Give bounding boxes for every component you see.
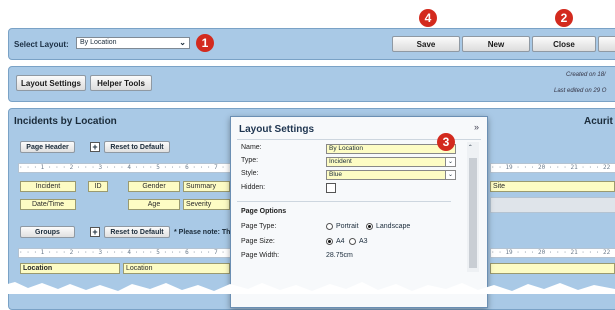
select-layout-label: Select Layout: — [14, 40, 69, 49]
layout-select[interactable]: By Location ⌄ — [76, 37, 190, 49]
callout-badge-1: 1 — [196, 34, 214, 52]
save-button[interactable]: Save — [392, 36, 460, 52]
style-select[interactable]: Blue ⌄ — [326, 170, 456, 180]
report-title: Incidents by Location — [14, 116, 117, 127]
chevron-down-icon: ⌄ — [445, 171, 455, 179]
a4-label: A4 — [336, 238, 345, 245]
field-id[interactable]: ID — [88, 181, 108, 192]
page-width-label: Page Width: — [241, 252, 280, 259]
dialog-title: Layout Settings — [239, 124, 315, 135]
page-size-label: Page Size: — [241, 238, 275, 245]
helper-tools-button[interactable]: Helper Tools — [90, 75, 152, 91]
landscape-radio[interactable] — [366, 223, 373, 230]
field-severity[interactable]: Severity — [183, 199, 230, 210]
page-type-label: Page Type: — [241, 223, 277, 230]
section-band — [490, 197, 615, 213]
callout-badge-4: 4 — [419, 9, 437, 27]
ruler-top-right: · · 19 · · · 20 · · · 21 · · · 22 · · — [490, 163, 615, 173]
layout-select-value: By Location — [80, 39, 117, 46]
type-label: Type: — [241, 157, 259, 164]
field-gender[interactable]: Gender — [128, 181, 180, 192]
new-button[interactable]: New — [462, 36, 530, 52]
field-age[interactable]: Age — [128, 199, 180, 210]
layout-settings-button[interactable]: Layout Settings — [16, 75, 86, 91]
reset-default-button[interactable]: Reset to Default — [104, 141, 170, 153]
ruler-groups: · · · 1 · · · 2 · · · 3 · · · 4 · · · 5 … — [18, 248, 232, 258]
report-right-title: Acurit — [584, 116, 613, 127]
portrait-label: Portrait — [336, 223, 359, 230]
scroll-up-icon[interactable]: ˆ — [469, 144, 472, 153]
dialog-collapse-icon[interactable]: » — [474, 122, 479, 132]
type-select[interactable]: Incident ⌄ — [326, 157, 456, 167]
chevron-down-icon: ⌄ — [445, 158, 455, 166]
page-header-button[interactable]: Page Header — [20, 141, 75, 153]
dialog-scrollbar[interactable]: ˆ — [467, 142, 479, 272]
field-summary[interactable]: Summary — [183, 181, 230, 192]
ruler-groups-right: · · 19 · · · 20 · · · 21 · · · 22 · · — [490, 248, 615, 258]
close-button[interactable]: Close — [532, 36, 596, 52]
overflow-button[interactable] — [598, 36, 615, 52]
options-divider — [237, 201, 451, 202]
portrait-radio[interactable] — [326, 223, 333, 230]
landscape-label: Landscape — [376, 223, 411, 230]
groups-button[interactable]: Groups — [20, 226, 75, 238]
please-note-text: * Please note: Th — [174, 229, 231, 236]
callout-badge-2: 2 — [555, 9, 573, 27]
type-select-value: Incident — [329, 158, 352, 165]
style-label: Style: — [241, 170, 259, 177]
reset-default-groups-button[interactable]: Reset to Default — [104, 226, 170, 238]
a3-radio[interactable] — [349, 238, 356, 245]
name-field[interactable]: By Location — [326, 144, 456, 154]
field-incident[interactable]: Incident — [20, 181, 76, 192]
expand-icon[interactable]: + — [90, 142, 100, 152]
hidden-checkbox[interactable] — [326, 183, 336, 193]
hidden-label: Hidden: — [241, 184, 266, 191]
last-edited-text: Last edited on 29 O — [554, 88, 607, 94]
ruler-top: · · · 1 · · · 2 · · · 3 · · · 4 · · · 5 … — [18, 163, 232, 173]
style-select-value: Blue — [329, 171, 343, 178]
field-site[interactable]: Site — [490, 181, 615, 192]
torn-edge-decoration — [0, 282, 615, 294]
a4-radio[interactable] — [326, 238, 333, 245]
expand-groups-icon[interactable]: + — [90, 227, 100, 237]
page-width-value: 28.75cm — [326, 252, 353, 259]
page-options-heading: Page Options — [241, 208, 287, 215]
field-datetime[interactable]: Date/Time — [20, 199, 76, 210]
torn-edge-path — [0, 282, 615, 294]
name-label: Name: — [241, 144, 262, 151]
a3-label: A3 — [359, 238, 368, 245]
created-on-text: Created on 18/ — [566, 72, 606, 78]
chevron-down-icon: ⌄ — [179, 38, 186, 47]
callout-badge-3: 3 — [437, 133, 455, 151]
scroll-thumb[interactable] — [469, 158, 477, 268]
